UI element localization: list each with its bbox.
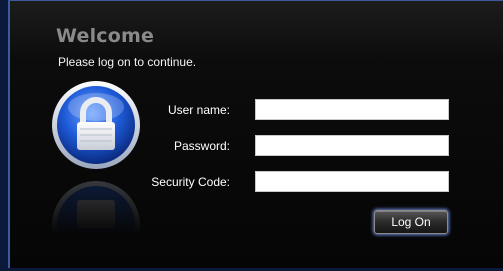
welcome-title: Welcome [56,25,155,47]
username-label: User name: [167,103,230,117]
security-code-input[interactable] [255,171,449,192]
login-panel: Welcome Please log on to continue. User … [8,0,503,269]
welcome-subtitle: Please log on to continue. [58,55,197,69]
lock-graphic [50,79,142,269]
lock-icon [52,81,140,169]
log-on-button[interactable]: Log On [374,210,448,234]
password-label: Password: [173,139,230,153]
security-code-label: Security Code: [151,175,230,189]
lock-reflection [50,179,142,271]
password-input[interactable] [255,135,449,156]
username-input[interactable] [255,99,449,120]
